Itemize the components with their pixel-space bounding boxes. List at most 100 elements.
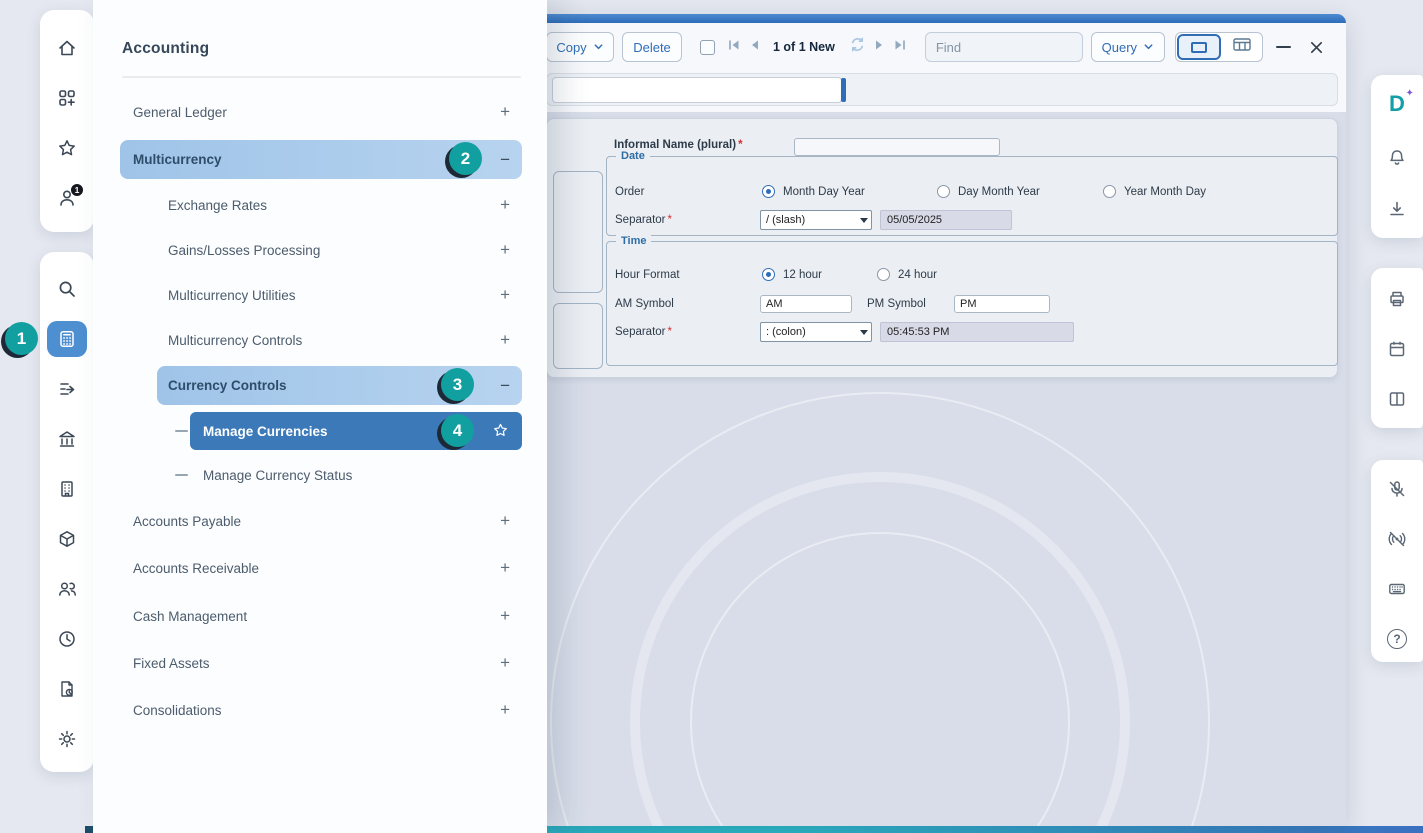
expand-icon[interactable]: +: [500, 511, 510, 531]
microphone-muted-icon[interactable]: [1387, 479, 1407, 499]
minimize-button[interactable]: [1276, 46, 1291, 49]
output-tools-card: [1371, 268, 1423, 428]
organization-building-icon[interactable]: [57, 479, 77, 499]
last-record-icon[interactable]: [893, 38, 907, 57]
time-clock-icon[interactable]: [57, 629, 77, 649]
hour-24-radio[interactable]: [877, 268, 890, 281]
order-label: Order: [615, 186, 644, 198]
find-input[interactable]: [925, 32, 1083, 62]
menu-item-multicurrency-utilities[interactable]: Multicurrency Utilities +: [157, 275, 522, 315]
menu-item-multicurrency-controls[interactable]: Multicurrency Controls +: [157, 320, 522, 360]
expand-icon[interactable]: +: [500, 558, 510, 578]
menu-item-manage-currency-status[interactable]: Manage Currency Status: [190, 455, 522, 495]
flyout-title: Accounting: [122, 40, 209, 58]
home-icon[interactable]: [57, 38, 77, 58]
delete-button[interactable]: Delete: [622, 32, 682, 62]
settings-gear-icon[interactable]: [57, 729, 77, 749]
currency-settings-form: Informal Name (plural)* Date Order Month…: [546, 118, 1338, 378]
time-separator-select[interactable]: : (colon): [760, 322, 872, 342]
customers-users-icon[interactable]: [57, 579, 77, 599]
reports-document-icon[interactable]: [57, 679, 77, 699]
assistant-logo[interactable]: D ✦: [1389, 91, 1405, 117]
expand-icon[interactable]: +: [500, 606, 510, 626]
banking-icon[interactable]: [57, 429, 77, 449]
assistant-card: D ✦: [1371, 75, 1423, 238]
order-day-month-year-radio[interactable]: [937, 185, 950, 198]
columns-layout-icon[interactable]: [1387, 389, 1407, 409]
tree-connector: [175, 430, 188, 432]
notifications-bell-icon[interactable]: [1387, 148, 1407, 168]
import-download-icon[interactable]: [1387, 199, 1407, 219]
form-view-toggle[interactable]: [1177, 34, 1221, 60]
expand-icon[interactable]: +: [500, 700, 510, 720]
dropdown-arrow-icon: [856, 330, 871, 335]
record-toolbar: Copy Delete 1 of 1 New: [538, 23, 1346, 71]
record-checkbox[interactable]: [700, 40, 715, 55]
app-screen: Copy Delete 1 of 1 New: [0, 0, 1423, 833]
favorite-star-icon[interactable]: [493, 423, 508, 443]
record-name-input[interactable]: [552, 77, 842, 103]
query-button[interactable]: Query: [1091, 32, 1165, 62]
menu-item-accounts-payable[interactable]: Accounts Payable +: [120, 501, 522, 541]
printer-icon[interactable]: [1387, 289, 1407, 309]
expand-icon[interactable]: +: [500, 195, 510, 215]
refresh-icon[interactable]: [848, 35, 867, 59]
time-group: Time Hour Format 12 hour 24 hour AM Symb…: [606, 241, 1338, 366]
transactions-icon[interactable]: [57, 379, 77, 399]
form-view-icon: [1191, 42, 1207, 53]
collapse-icon[interactable]: −: [500, 150, 510, 170]
copy-button[interactable]: Copy: [546, 32, 614, 62]
favorites-star-icon[interactable]: [57, 138, 77, 158]
menu-item-gains-losses-processing[interactable]: Gains/Losses Processing +: [157, 230, 522, 270]
inventory-cube-icon[interactable]: [57, 529, 77, 549]
view-toggle: [1175, 32, 1263, 62]
record-name-row: [546, 73, 1338, 106]
sparkle-icon: ✦: [1406, 88, 1414, 99]
informal-name-input[interactable]: [794, 138, 1000, 156]
collapse-icon[interactable]: −: [500, 376, 510, 396]
date-group-legend: Date: [616, 150, 650, 162]
date-separator-label: Separator*: [615, 214, 672, 226]
expand-icon[interactable]: +: [500, 653, 510, 673]
pm-symbol-input[interactable]: [954, 295, 1050, 313]
menu-item-fixed-assets[interactable]: Fixed Assets +: [120, 643, 522, 683]
expand-icon[interactable]: +: [500, 330, 510, 350]
order-month-day-year-radio[interactable]: [762, 185, 775, 198]
close-icon[interactable]: [1309, 40, 1324, 55]
menu-item-consolidations[interactable]: Consolidations +: [120, 690, 522, 730]
module-nav-card: [40, 252, 94, 772]
help-icon[interactable]: [1387, 629, 1407, 649]
menu-item-cash-management[interactable]: Cash Management +: [120, 596, 522, 636]
order-option-label: Month Day Year: [783, 186, 865, 198]
profile-icon[interactable]: 1: [57, 188, 77, 208]
expand-icon[interactable]: +: [500, 285, 510, 305]
menu-item-accounts-receivable[interactable]: Accounts Receivable +: [120, 548, 522, 588]
keyboard-icon[interactable]: [1387, 579, 1407, 599]
delete-button-label: Delete: [633, 40, 671, 55]
grid-view-toggle[interactable]: [1222, 33, 1262, 61]
previous-record-icon[interactable]: [748, 38, 760, 57]
broadcast-muted-icon[interactable]: [1387, 529, 1407, 549]
search-icon[interactable]: [57, 279, 77, 299]
apps-grid-icon[interactable]: [57, 88, 77, 108]
date-separator-select[interactable]: / (slash): [760, 210, 872, 230]
order-year-month-day-radio[interactable]: [1103, 185, 1116, 198]
menu-item-exchange-rates[interactable]: Exchange Rates +: [157, 185, 522, 225]
dropdown-arrow-icon: [856, 218, 871, 223]
date-group: Date Order Month Day Year Day Month Year…: [606, 156, 1338, 236]
hour-format-label: Hour Format: [615, 269, 680, 281]
chevron-down-icon: [1143, 40, 1154, 55]
accounting-calculator-icon[interactable]: [57, 329, 77, 349]
time-separator-label: Separator*: [615, 326, 672, 338]
expand-icon[interactable]: +: [500, 240, 510, 260]
hour-12-radio[interactable]: [762, 268, 775, 281]
am-symbol-input[interactable]: [760, 295, 852, 313]
record-window: Copy Delete 1 of 1 New: [538, 14, 1346, 826]
expand-icon[interactable]: +: [500, 102, 510, 122]
step-annotation-2: 2: [449, 142, 482, 175]
window-title-bar: [538, 14, 1346, 23]
menu-item-general-ledger[interactable]: General Ledger +: [120, 92, 522, 132]
next-record-icon[interactable]: [874, 38, 886, 57]
calendar-icon[interactable]: [1387, 339, 1407, 359]
first-record-icon[interactable]: [727, 38, 741, 57]
